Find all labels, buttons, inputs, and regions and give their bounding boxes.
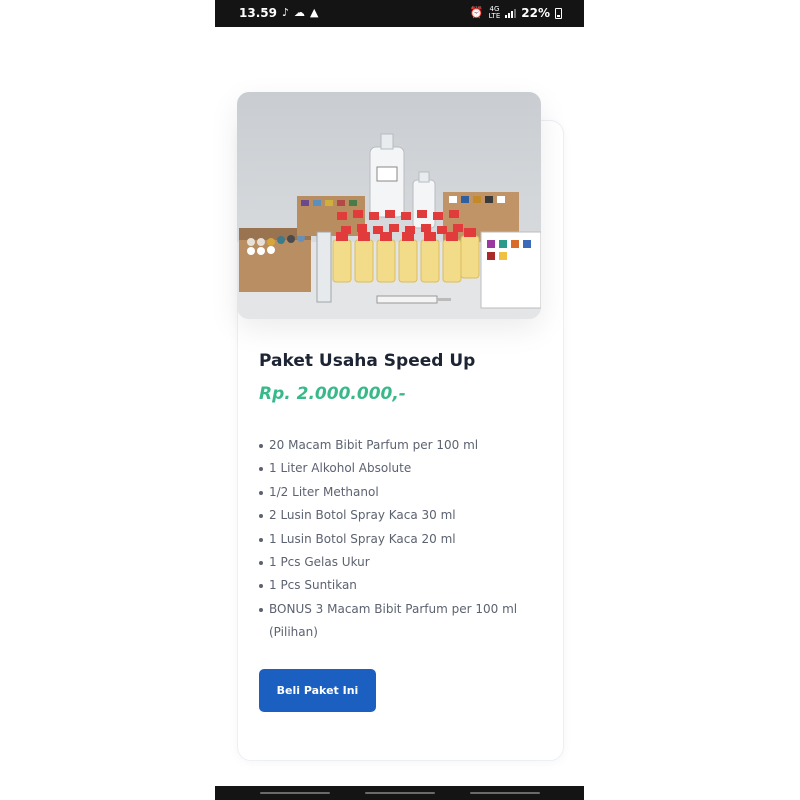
- buy-package-button[interactable]: Beli Paket Ini: [259, 669, 376, 712]
- nav-back-button[interactable]: [470, 792, 540, 794]
- product-image: [237, 92, 541, 319]
- feature-item: BONUS 3 Macam Bibit Parfum per 100 ml (P…: [259, 598, 539, 645]
- methanol-bottle: [412, 171, 436, 229]
- cloud-icon: ☁: [294, 6, 305, 19]
- alcohol-bottle: [369, 133, 405, 218]
- box-far-right: [480, 231, 541, 309]
- feature-item: 1 Liter Alkohol Absolute: [259, 457, 539, 480]
- product-price: Rp. 2.000.000,-: [259, 384, 406, 404]
- product-photo: [237, 133, 541, 319]
- feature-item: 1 Pcs Gelas Ukur: [259, 551, 539, 574]
- feature-text: 1 Pcs Gelas Ukur: [269, 555, 370, 570]
- bullet-icon: [259, 561, 263, 566]
- feature-item: 1 Lusin Botol Spray Kaca 20 ml: [259, 528, 539, 551]
- status-bar-left: 13.59 ♪ ☁ ▲: [239, 6, 318, 20]
- measuring-glass: [316, 231, 332, 303]
- battery-percent: 22%: [521, 6, 550, 20]
- clock: 13.59: [239, 6, 277, 20]
- signal-icon: [505, 8, 517, 18]
- feature-text: 2 Lusin Botol Spray Kaca 30 ml: [269, 508, 456, 523]
- status-bar: 13.59 ♪ ☁ ▲ ⏰ 4G LTE 22%: [215, 0, 584, 27]
- feature-text: 20 Macam Bibit Parfum per 100 ml: [269, 438, 479, 452]
- box-left: [239, 228, 311, 292]
- nav-recents-button[interactable]: [260, 792, 330, 794]
- bullet-icon: [259, 467, 263, 472]
- bullet-icon: [259, 537, 263, 542]
- bullet-icon: [259, 584, 263, 589]
- feature-text: 1/2 Liter Methanol: [269, 484, 379, 499]
- feature-text: 1 Pcs Suntikan: [269, 578, 357, 593]
- warning-icon: ▲: [310, 6, 319, 19]
- tiktok-icon: ♪: [281, 6, 289, 19]
- feature-item: 1/2 Liter Methanol: [259, 481, 539, 504]
- battery-icon: [555, 7, 562, 19]
- navigation-bar: [215, 786, 584, 800]
- nav-home-button[interactable]: [365, 792, 435, 794]
- feature-text: 1 Lusin Botol Spray Kaca 20 ml: [269, 531, 456, 546]
- bullet-icon: [259, 607, 263, 612]
- feature-text: 1 Liter Alkohol Absolute: [269, 461, 412, 476]
- feature-list: 20 Macam Bibit Parfum per 100 ml 1 Liter…: [259, 434, 539, 645]
- product-title: Paket Usaha Speed Up: [259, 351, 476, 371]
- feature-item: 20 Macam Bibit Parfum per 100 ml: [259, 434, 539, 457]
- feature-item: 2 Lusin Botol Spray Kaca 30 ml: [259, 504, 539, 527]
- bullet-icon: [259, 444, 263, 448]
- network-type-bottom: LTE: [488, 12, 501, 20]
- feature-text: BONUS 3 Macam Bibit Parfum per 100 ml (P…: [269, 601, 518, 640]
- bullet-icon: [259, 514, 263, 519]
- status-bar-right: ⏰ 4G LTE 22%: [470, 6, 562, 20]
- bullet-icon: [259, 490, 263, 495]
- phone-screen: 13.59 ♪ ☁ ▲ ⏰ 4G LTE 22% Paket Usaha Spe…: [215, 0, 584, 800]
- feature-item: 1 Pcs Suntikan: [259, 574, 539, 597]
- alarm-icon: ⏰: [469, 6, 484, 19]
- network-type: 4G LTE: [489, 6, 501, 20]
